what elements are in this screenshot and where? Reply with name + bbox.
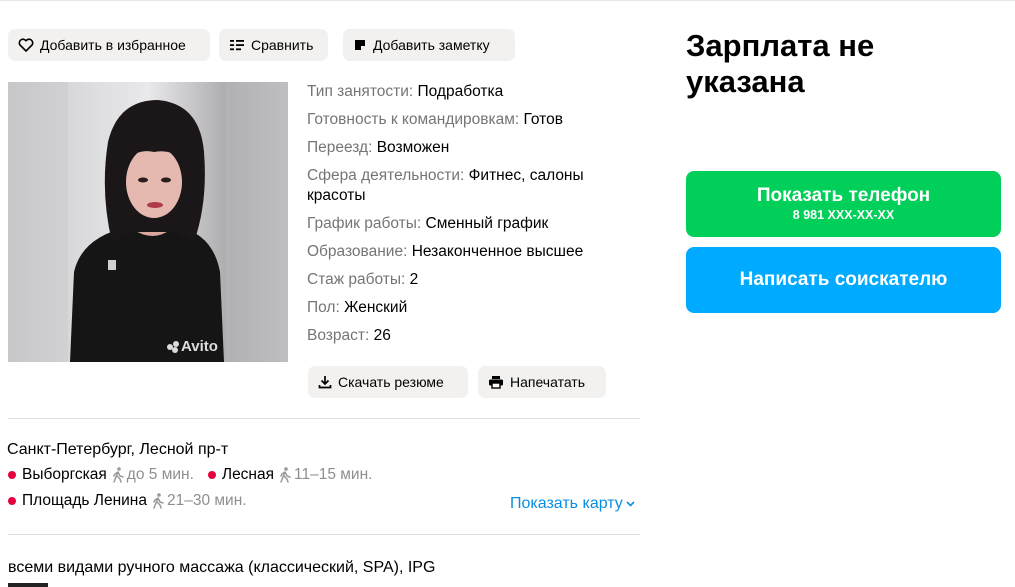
- show-phone-button[interactable]: Показать телефон 8 981 XXX-XX-XX: [686, 171, 1001, 237]
- param-relocation: Переезд: Возможен: [307, 139, 450, 156]
- salary-title: Зарплата не указана: [686, 28, 875, 99]
- walk-time: до 5 мин.: [112, 466, 194, 484]
- download-resume-button[interactable]: Скачать резюме: [308, 366, 468, 398]
- param-industry: Сфера деятельности: Фитнес, салоны красо…: [307, 167, 584, 204]
- address: Санкт-Петербург, Лесной пр-т: [7, 441, 229, 458]
- walk-time: 21–30 мин.: [152, 492, 247, 510]
- param-business-trips: Готовность к командировкам: Готов: [307, 111, 563, 128]
- compare-button[interactable]: Сравнить: [219, 29, 328, 61]
- avito-watermark: Avito: [181, 338, 218, 355]
- show-map-link[interactable]: Показать карту: [510, 495, 635, 513]
- walk-time: 11–15 мин.: [279, 466, 372, 484]
- metro-station: Лесная 11–15 мин.: [207, 466, 372, 484]
- section-divider: [8, 534, 640, 535]
- metro-station: Выборгская до 5 мин.: [8, 466, 194, 484]
- masked-phone: 8 981 XXX-XX-XX: [792, 208, 895, 222]
- note-icon: [355, 40, 365, 50]
- heart-icon: [18, 38, 34, 52]
- param-age: Возраст: 26: [307, 327, 391, 344]
- metro-line-1: Выборгская до 5 мин. Лесная 11–15 мин.: [8, 466, 386, 484]
- metro-station: Площадь Ленина 21–30 мин.: [8, 492, 247, 510]
- walking-person-icon: [113, 467, 124, 483]
- write-to-applicant-button[interactable]: Написать соискателю: [686, 247, 1001, 313]
- metro-dot-icon: [8, 471, 16, 479]
- walking-person-icon: [280, 467, 291, 483]
- param-employment-type: Тип занятости: Подработка: [307, 83, 504, 100]
- metro-dot-icon: [207, 471, 216, 479]
- show-map-label: Показать карту: [510, 495, 623, 512]
- metro-name: Лесная: [221, 466, 275, 483]
- param-gender: Пол: Женский: [307, 299, 408, 316]
- resume-photo[interactable]: Avito: [8, 82, 288, 362]
- metro-name: Площадь Ленина: [22, 492, 147, 509]
- add-to-favorites-button[interactable]: Добавить в избранное: [8, 29, 210, 61]
- compare-label: Сравнить: [251, 37, 314, 53]
- resume-params: Тип занятости: Подработка Готовность к к…: [307, 82, 637, 354]
- add-to-favorites-label: Добавить в избранное: [40, 37, 186, 53]
- printer-icon: [489, 376, 503, 389]
- description-text: всеми видами ручного массажа (классическ…: [8, 559, 436, 576]
- param-schedule: График работы: Сменный график: [307, 215, 549, 232]
- download-resume-label: Скачать резюме: [338, 374, 444, 390]
- description-text-cutoff: [8, 582, 118, 587]
- download-icon: [318, 376, 332, 389]
- print-label: Напечатать: [510, 374, 586, 390]
- show-phone-label: Показать телефон: [756, 185, 931, 206]
- write-to-applicant-label: Написать соискателю: [739, 269, 948, 290]
- top-divider: [0, 0, 1015, 1]
- print-button[interactable]: Напечатать: [478, 366, 606, 398]
- person-photo-icon: [8, 82, 288, 362]
- metro-line-2: Площадь Ленина 21–30 мин.: [8, 492, 261, 510]
- section-divider: [8, 418, 640, 419]
- add-note-button[interactable]: Добавить заметку: [343, 29, 515, 61]
- add-note-label: Добавить заметку: [373, 37, 490, 53]
- walking-person-icon: [153, 493, 164, 509]
- metro-name: Выборгская: [22, 466, 107, 483]
- param-experience: Стаж работы: 2: [307, 271, 419, 288]
- metro-dot-icon: [8, 497, 16, 505]
- compare-icon: [230, 40, 244, 51]
- param-education: Образование: Незаконченное высшее: [307, 243, 584, 260]
- chevron-down-icon: [626, 501, 635, 507]
